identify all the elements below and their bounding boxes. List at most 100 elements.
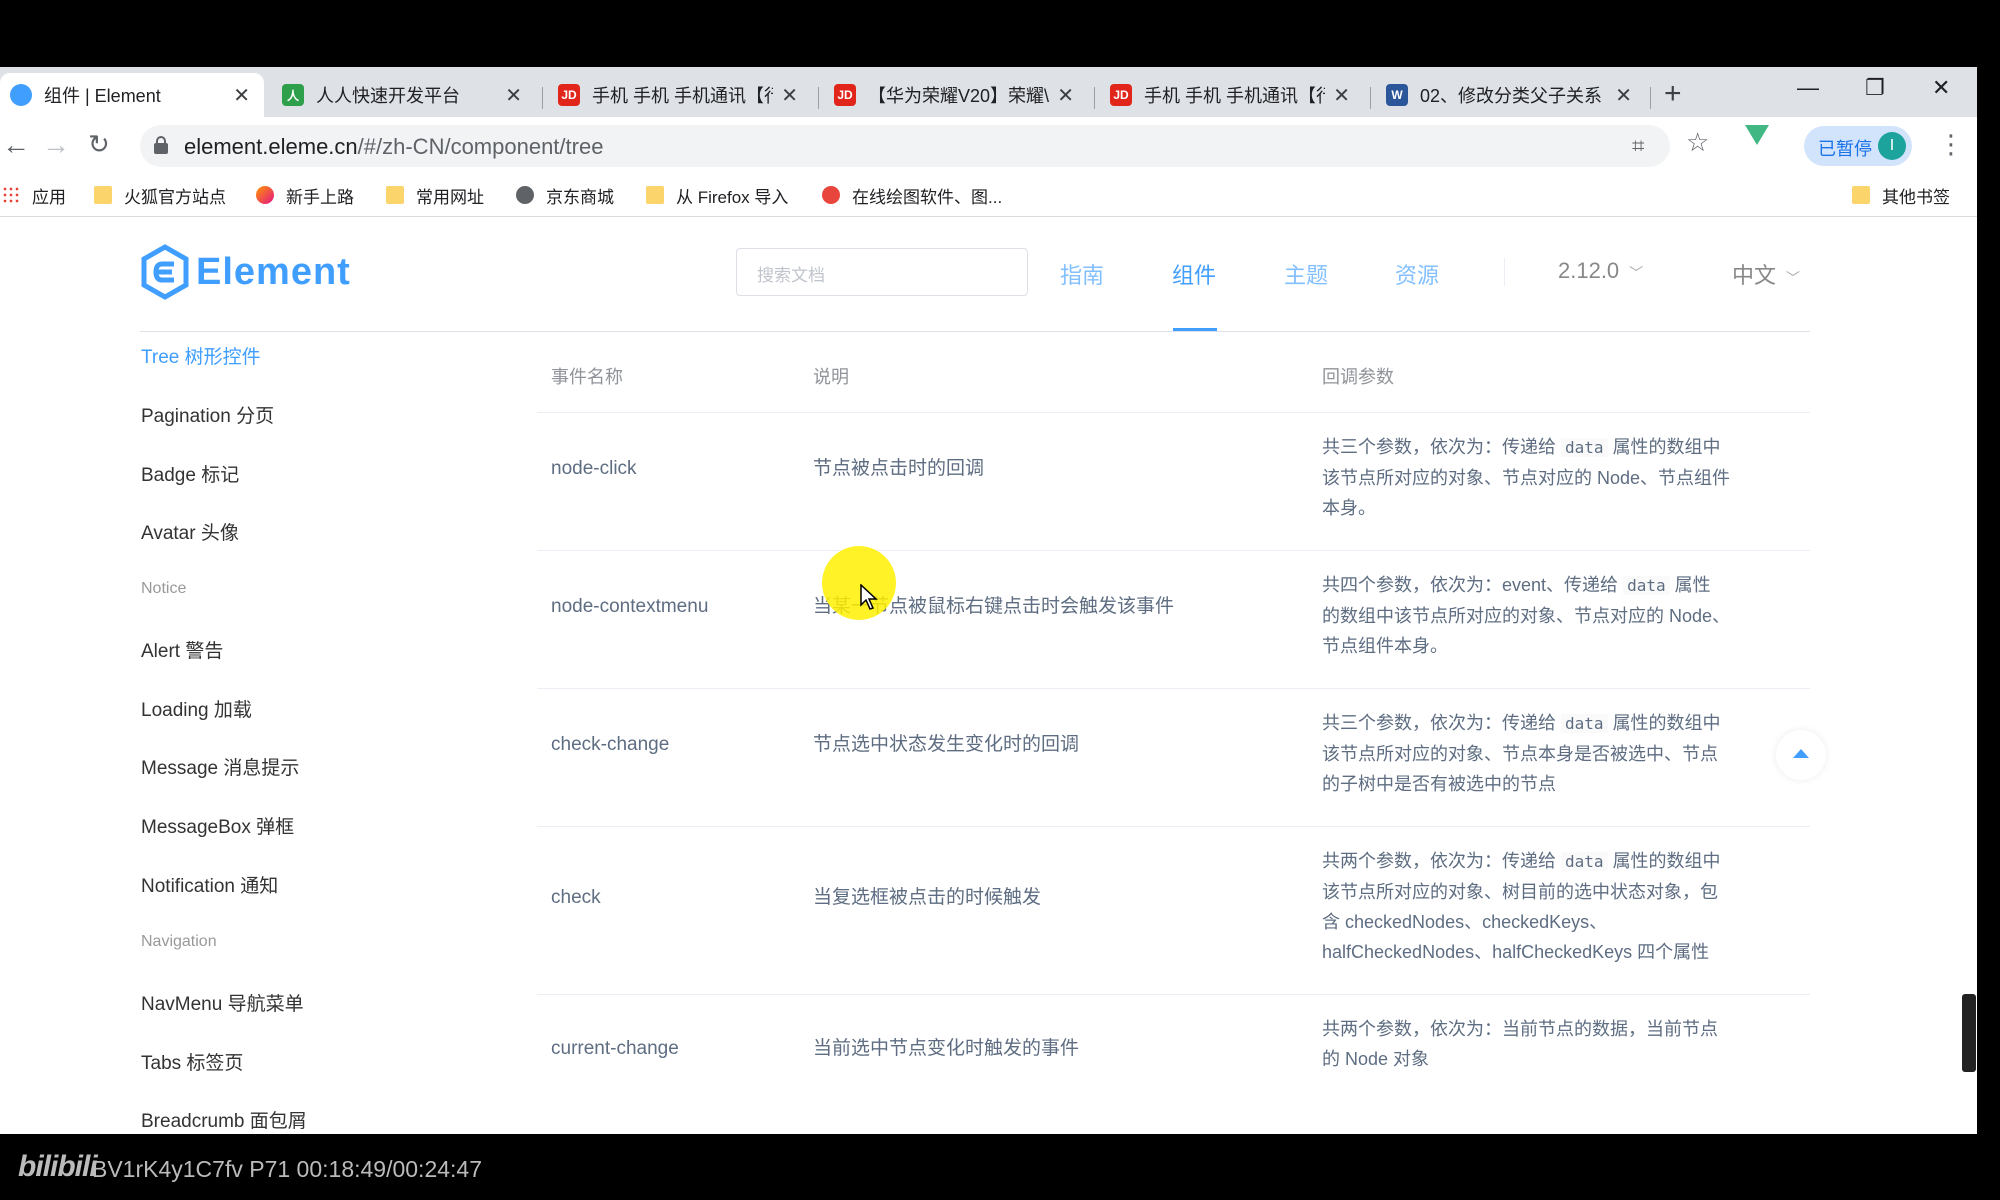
- event-params: 共三个参数，依次为：传递给 data 属性的数组中 该节点所对应的对象、节点本身…: [1322, 713, 1721, 794]
- jd-favicon-icon: JD: [834, 84, 856, 106]
- page-content: Element 搜索文档 指南 组件 主题 资源 2.12.0 ﹀ 中文 ﹀ Tre…: [0, 218, 1977, 1134]
- nav-guide[interactable]: 指南: [1060, 258, 1104, 290]
- firefox-icon: [256, 186, 274, 204]
- back-to-top-button[interactable]: [1776, 730, 1826, 780]
- tab-strip: 组件 | Element ✕ 人 人人快速开发平台 ✕ JD 手机 手机 手机通…: [0, 67, 1977, 117]
- tab-jd-2[interactable]: JD 【华为荣耀V20】荣耀\ ✕: [824, 73, 1088, 117]
- scrollbar-thumb[interactable]: [1962, 994, 1976, 1072]
- tab-separator: [818, 87, 819, 109]
- video-letterbox-top: [0, 0, 2000, 67]
- event-name: current-change: [551, 1038, 679, 1059]
- tab-title: 组件 | Element: [44, 86, 161, 106]
- sidebar-item-tree[interactable]: Tree 树形控件: [141, 342, 261, 369]
- nav-theme[interactable]: 主题: [1284, 258, 1328, 290]
- jd-favicon-icon: JD: [1110, 84, 1132, 106]
- forward-arrow-icon[interactable]: →: [42, 129, 70, 161]
- cursor-highlight: [822, 546, 896, 620]
- event-description: 节点选中状态发生变化时的回调: [813, 734, 1080, 755]
- version-select[interactable]: 2.12.0 ﹀: [1558, 258, 1643, 284]
- sidebar-item-badge[interactable]: Badge 标记: [141, 460, 239, 487]
- chevron-down-icon: ﹀: [1786, 270, 1801, 286]
- sidebar-group-navigation: Navigation: [141, 933, 217, 950]
- column-header-event-name: 事件名称: [551, 367, 623, 387]
- sidebar-item-alert[interactable]: Alert 警告: [141, 636, 223, 663]
- event-name: check: [551, 887, 601, 908]
- translate-icon[interactable]: ⌗: [1632, 133, 1644, 159]
- sidebar-item-tabs[interactable]: Tabs 标签页: [141, 1048, 243, 1075]
- nav-resource[interactable]: 资源: [1395, 258, 1439, 290]
- paused-label: 已暂停: [1818, 139, 1872, 159]
- search-input[interactable]: 搜索文档: [736, 248, 1028, 296]
- close-icon[interactable]: ✕: [781, 83, 798, 108]
- sidebar-item-pagination[interactable]: Pagination 分页: [141, 401, 274, 428]
- tab-jd-1[interactable]: JD 手机 手机 手机通讯【行 ✕: [548, 73, 812, 117]
- tab-word-doc[interactable]: W 02、修改分类父子关系 ✕: [1376, 73, 1646, 117]
- close-icon[interactable]: ✕: [233, 83, 250, 108]
- address-bar[interactable]: element.eleme.cn/#/zh-CN/component/tree …: [140, 125, 1670, 167]
- sidebar-group-notice: Notice: [141, 580, 187, 597]
- logo-text: Element: [196, 250, 351, 293]
- bookmark-firefox-import[interactable]: 从 Firefox 导入: [646, 183, 788, 207]
- tab-separator: [1094, 87, 1095, 109]
- minimize-icon[interactable]: —: [1797, 75, 1819, 101]
- more-menu-icon[interactable]: ⋮: [1938, 129, 1964, 160]
- sidebar-item-loading[interactable]: Loading 加载: [141, 695, 252, 722]
- tab-title: 02、修改分类父子关系: [1420, 86, 1603, 106]
- star-bookmark-icon[interactable]: ☆: [1686, 127, 1709, 158]
- column-header-callback-params: 回调参数: [1322, 367, 1394, 387]
- window-close-icon[interactable]: ✕: [1932, 75, 1950, 101]
- bookmark-other[interactable]: 其他书签: [1852, 183, 1950, 207]
- mouse-pointer-icon: [860, 584, 878, 610]
- close-icon[interactable]: ✕: [505, 83, 522, 108]
- table-divider: [537, 994, 1810, 995]
- tab-renren[interactable]: 人 人人快速开发平台 ✕: [272, 73, 536, 117]
- tab-separator: [1370, 87, 1371, 109]
- sidebar-item-navmenu[interactable]: NavMenu 导航菜单: [141, 989, 304, 1016]
- lock-icon: [154, 136, 168, 154]
- bookmark-online-drawing[interactable]: 在线绘图软件、图...: [822, 183, 1002, 207]
- tab-separator: [1650, 87, 1651, 109]
- folder-icon: [1852, 186, 1870, 204]
- nav-component[interactable]: 组件: [1172, 258, 1216, 290]
- sidebar-item-notification[interactable]: Notification 通知: [141, 871, 278, 898]
- tab-title: 手机 手机 手机通讯【行: [1144, 86, 1326, 106]
- bookmark-getting-started[interactable]: 新手上路: [256, 183, 354, 207]
- arrow-up-icon: [1793, 749, 1809, 758]
- tab-title: 手机 手机 手机通讯【行: [592, 86, 774, 106]
- bookmark-jd[interactable]: 京东商城: [516, 183, 614, 207]
- tab-element[interactable]: 组件 | Element ✕: [0, 73, 264, 117]
- sidebar-item-message[interactable]: Message 消息提示: [141, 753, 299, 780]
- restore-icon[interactable]: ❐: [1865, 75, 1885, 101]
- close-icon[interactable]: ✕: [1333, 83, 1350, 108]
- bookmark-firefox-official[interactable]: 火狐官方站点: [94, 183, 226, 207]
- nav-divider: [1504, 258, 1505, 286]
- profile-paused-chip[interactable]: 已暂停 I: [1804, 126, 1912, 166]
- sidebar-item-messagebox[interactable]: MessageBox 弹框: [141, 812, 294, 839]
- language-select[interactable]: 中文 ﹀: [1732, 258, 1800, 290]
- new-tab-icon[interactable]: +: [1664, 77, 1682, 111]
- bilibili-logo: bilibili: [18, 1150, 98, 1183]
- back-arrow-icon[interactable]: ←: [2, 129, 30, 161]
- tab-title: 人人快速开发平台: [316, 86, 460, 106]
- sidebar-item-breadcrumb[interactable]: Breadcrumb 面包屑: [141, 1106, 307, 1133]
- video-overlay-bar: bilibili BV1rK4y1C7fv P71 00:18:49/00:24…: [0, 1134, 2000, 1200]
- close-icon[interactable]: ✕: [1615, 83, 1632, 108]
- video-info-text: BV1rK4y1C7fv P71 00:18:49/00:24:47: [92, 1156, 483, 1182]
- reload-icon[interactable]: ↻: [88, 129, 110, 160]
- vue-devtools-icon[interactable]: [1745, 125, 1769, 145]
- event-params: 共四个参数，依次为：event、传递给 data 属性 的数组中该节点所对应的对…: [1322, 575, 1731, 656]
- element-hex-icon: [141, 244, 189, 300]
- tab-jd-3[interactable]: JD 手机 手机 手机通讯【行 ✕: [1100, 73, 1364, 117]
- renren-favicon-icon: 人: [282, 84, 304, 106]
- table-divider: [537, 412, 1810, 413]
- bookmark-apps[interactable]: 应用: [2, 183, 66, 207]
- sidebar-item-avatar[interactable]: Avatar 头像: [141, 518, 239, 545]
- apps-grid-icon: [2, 186, 20, 204]
- close-icon[interactable]: ✕: [1057, 83, 1074, 108]
- element-logo[interactable]: Element: [140, 244, 351, 300]
- bookmarks-bar: 应用 火狐官方站点 新手上路 常用网址 京东商城 从 Firefox 导入 在线…: [0, 173, 1977, 217]
- table-divider: [537, 550, 1810, 551]
- event-params: 共两个参数，依次为：当前节点的数据，当前节点 的 Node 对象: [1322, 1019, 1718, 1069]
- bookmark-common-sites[interactable]: 常用网址: [386, 183, 484, 207]
- event-params: 共两个参数，依次为：传递给 data 属性的数组中 该节点所对应的对象、树目前的…: [1322, 851, 1721, 962]
